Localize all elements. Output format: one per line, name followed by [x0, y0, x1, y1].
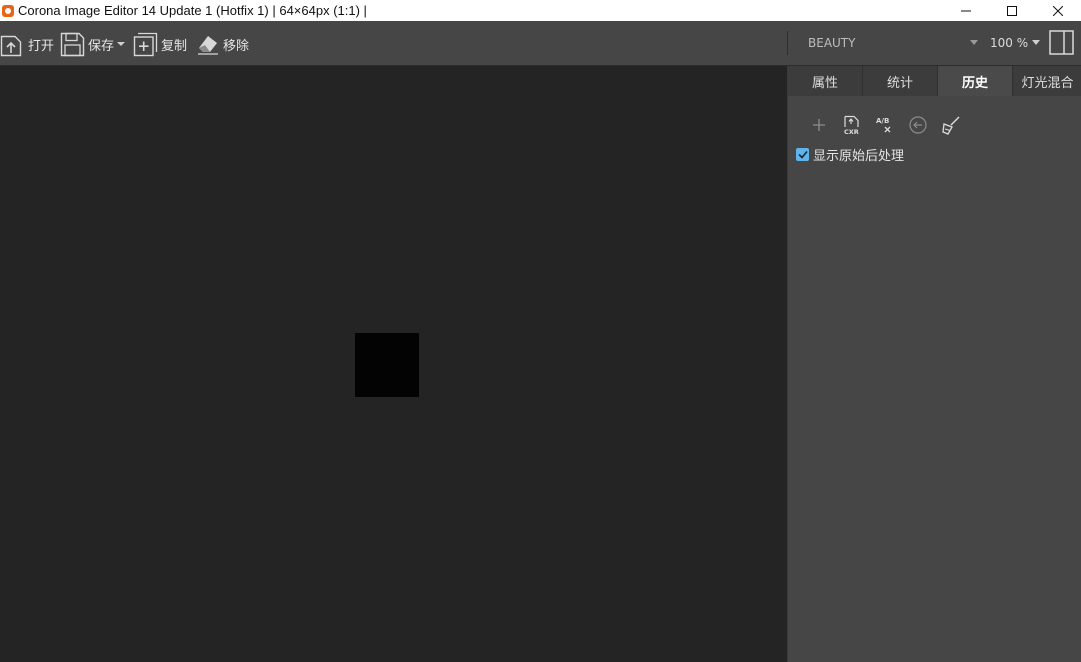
- tab-history[interactable]: 历史: [938, 66, 1013, 96]
- clear-history-icon: [941, 116, 959, 135]
- panel-tabs: 属性 统计 历史 灯光混合: [788, 66, 1081, 96]
- open-file-icon: [0, 35, 22, 56]
- close-icon: [1053, 5, 1063, 16]
- minimize-button[interactable]: [943, 0, 989, 21]
- copy-icon: [133, 32, 158, 56]
- corona-app-icon: [2, 4, 14, 17]
- title-bar: Corona Image Editor 14 Update 1 (Hotfix …: [0, 0, 1081, 21]
- tab-stats[interactable]: 统计: [863, 66, 938, 96]
- remove-button-label: 移除: [223, 38, 250, 54]
- zoom-value: 100 %: [990, 36, 1029, 50]
- ab-compare-button[interactable]: A/B: [868, 114, 901, 136]
- remove-button[interactable]: 移除: [196, 31, 249, 57]
- rendered-image[interactable]: [355, 333, 419, 397]
- maximize-icon: [1007, 5, 1017, 16]
- save-button-label: 保存: [88, 38, 115, 54]
- add-icon: [812, 119, 825, 131]
- side-panel: 属性 统计 历史 灯光混合 CXR A/B 显示原始后处理: [787, 66, 1081, 662]
- show-original-label: 显示原始后处理: [813, 148, 905, 164]
- svg-text:A/B: A/B: [876, 117, 889, 125]
- copy-button-label: 复制: [161, 38, 188, 54]
- maximize-button[interactable]: [989, 0, 1035, 21]
- load-cxr-icon: CXR: [844, 115, 859, 135]
- open-button-label: 打开: [28, 38, 55, 54]
- window-controls: [943, 0, 1081, 21]
- split-layout-icon: [1049, 30, 1074, 55]
- load-cxr-button[interactable]: CXR: [835, 114, 868, 136]
- open-button[interactable]: 打开: [0, 31, 54, 57]
- render-element-select[interactable]: BEAUTY: [808, 35, 980, 51]
- image-viewport[interactable]: [0, 66, 787, 662]
- save-disk-icon: [60, 32, 85, 56]
- toolbar-divider: [787, 31, 788, 55]
- tab-properties[interactable]: 属性: [788, 66, 863, 96]
- render-element-value: BEAUTY: [808, 36, 856, 50]
- minimize-icon: [961, 10, 971, 11]
- ab-compare-icon: A/B: [876, 117, 890, 133]
- render-element-dropdown-icon: [970, 40, 978, 45]
- show-original-postprocess-option[interactable]: 显示原始后处理: [796, 146, 905, 164]
- restore-icon: [908, 116, 927, 134]
- copy-button[interactable]: 复制: [133, 31, 187, 57]
- add-history-button[interactable]: [802, 114, 835, 136]
- eraser-icon: [198, 36, 218, 55]
- save-button[interactable]: 保存: [60, 31, 126, 57]
- panel-layout-toggle-button[interactable]: [1049, 30, 1074, 55]
- close-button[interactable]: [1035, 0, 1081, 21]
- checkmark-icon: [797, 150, 808, 159]
- window-title: Corona Image Editor 14 Update 1 (Hotfix …: [18, 3, 367, 18]
- show-original-checkbox[interactable]: [796, 147, 809, 161]
- svg-text:CXR: CXR: [844, 128, 859, 135]
- save-dropdown-caret-icon[interactable]: [117, 42, 126, 46]
- tab-lightmix[interactable]: 灯光混合: [1013, 66, 1081, 96]
- zoom-select[interactable]: 100 %: [990, 35, 1040, 51]
- zoom-dropdown-icon: [1032, 40, 1040, 45]
- clear-history-button[interactable]: [934, 114, 967, 136]
- restore-button[interactable]: [901, 114, 934, 136]
- history-toolbar: CXR A/B: [802, 114, 967, 136]
